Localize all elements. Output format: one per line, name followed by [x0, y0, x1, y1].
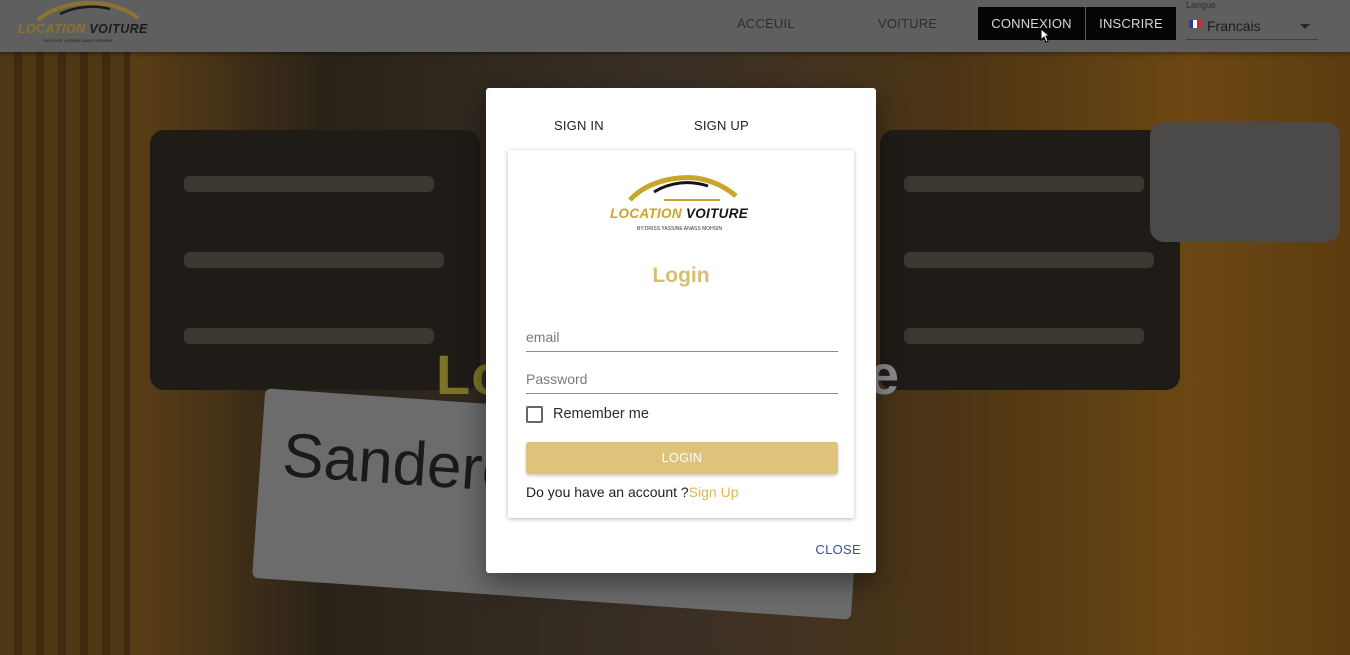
account-prompt: Do you have an account ?Sign Up — [526, 484, 738, 500]
nav-link-voiture[interactable]: VOITURE — [878, 16, 937, 31]
remember-me-label: Remember me — [553, 406, 649, 422]
plate-text: Sandero — [280, 420, 519, 506]
inscrire-button[interactable]: INSCRIRE — [1086, 7, 1176, 40]
car-headlight — [1150, 122, 1340, 242]
car-grille-right — [880, 130, 1180, 390]
top-navbar: LOCATION VOITURE BY:DRISS YASSINE ANASS … — [0, 0, 1350, 52]
car-logo-icon — [628, 175, 738, 202]
car-logo-icon — [36, 0, 140, 22]
login-dialog: SIGN IN SIGN UP LOCATION VOITURE BY:DRIS… — [486, 88, 876, 573]
login-button[interactable]: LOGIN — [526, 442, 838, 474]
brand-logo[interactable]: LOCATION VOITURE BY:DRISS YASSINE ANASS … — [16, 0, 156, 48]
nav-link-acceuil[interactable]: ACCEUIL — [737, 16, 795, 31]
tab-sign-up[interactable]: SIGN UP — [694, 118, 749, 133]
mouse-cursor-icon — [1040, 28, 1050, 43]
tab-sign-in[interactable]: SIGN IN — [554, 118, 604, 133]
login-title: Login — [652, 264, 710, 287]
card-brand-tagline: BY:DRISS YASSINE ANASS MOHSIN — [637, 226, 723, 232]
account-question: Do you have an account ? — [526, 484, 689, 500]
password-input[interactable] — [526, 364, 838, 394]
language-select[interactable]: Francais — [1186, 14, 1318, 40]
card-brand-name: LOCATION VOITURE — [610, 206, 749, 221]
brand-tagline: BY:DRISS YASSINE ANASS MOHSIN — [44, 38, 113, 43]
close-button[interactable]: CLOSE — [815, 542, 861, 557]
car-grille-left — [150, 130, 480, 390]
remember-me-checkbox[interactable] — [526, 406, 543, 423]
brand-name: LOCATION VOITURE — [18, 22, 148, 36]
language-value: Francais — [1207, 18, 1261, 34]
chevron-down-icon — [1300, 24, 1310, 29]
login-card: LOCATION VOITURE BY:DRISS YASSINE ANASS … — [508, 150, 854, 518]
card-brand-logo: LOCATION VOITURE BY:DRISS YASSINE ANASS … — [608, 172, 758, 238]
language-label: Langue — [1186, 0, 1217, 10]
sign-up-link[interactable]: Sign Up — [689, 484, 739, 500]
hero-wall-stripes — [0, 52, 130, 655]
email-input[interactable] — [526, 322, 838, 352]
connexion-button[interactable]: CONNEXION — [978, 7, 1085, 40]
fr-flag-icon — [1189, 20, 1201, 28]
